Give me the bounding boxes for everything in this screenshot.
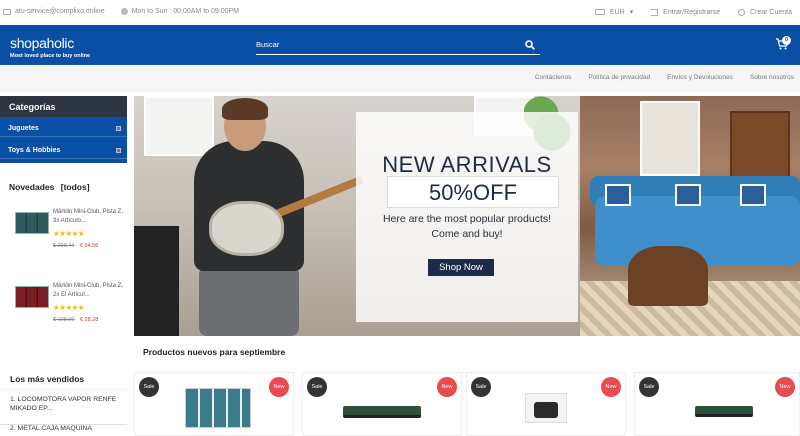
product-price: $ 298.44 € 54.56 xyxy=(53,243,98,249)
new-badge: New xyxy=(437,377,457,397)
new-badge: New xyxy=(775,377,795,397)
product-image[interactable] xyxy=(343,406,421,418)
new-price: € 28.28 xyxy=(79,317,99,323)
rating-stars: ★★★★★ xyxy=(53,229,85,238)
product-card[interactable]: Sale New xyxy=(634,372,800,436)
login-icon xyxy=(651,8,659,16)
sale-badge: Sale xyxy=(307,377,327,397)
nav-link-about[interactable]: Sobre nosotros xyxy=(750,74,794,81)
product-name[interactable]: Märklin Mini-Club, Pista Z, 3x Artículo.… xyxy=(53,208,123,226)
categories-title: Categorías xyxy=(0,96,127,117)
secondary-nav: Contáctenos Política de privacidad Envío… xyxy=(0,65,800,92)
cart-count-badge: 0 xyxy=(782,36,791,45)
category-label: Juguetes xyxy=(8,125,39,132)
categories-list: Juguetes Toys & Hobbies xyxy=(0,117,127,163)
novedades-title: Novedades xyxy=(9,182,55,192)
site-tagline: Most loved place to buy online xyxy=(10,53,91,59)
product-thumbnail[interactable] xyxy=(15,212,49,234)
category-label: Toys & Hobbies xyxy=(8,147,61,154)
new-badge: New xyxy=(269,377,289,397)
pillow xyxy=(605,184,631,206)
sidebar-product[interactable]: Märklin Mini-Club, Pista Z, 2x El Artícu… xyxy=(15,282,125,342)
pillow xyxy=(675,184,701,206)
window xyxy=(144,96,214,156)
chevron-down-icon: ▾ xyxy=(629,9,634,16)
site-header: shopaholic Most loved place to buy onlin… xyxy=(0,25,800,65)
novedades-heading: Novedades [todos] xyxy=(9,182,90,192)
promo-title: NEW ARRIVALS xyxy=(382,152,552,177)
site-logo[interactable]: shopaholic xyxy=(10,35,74,51)
search-placeholder: Buscar xyxy=(256,40,280,49)
product-card[interactable]: Sale New xyxy=(134,372,294,436)
sidebar: Categorías Juguetes Toys & Hobbies Noved… xyxy=(0,96,127,436)
section-title: Productos nuevos para septiembre xyxy=(143,347,286,357)
top-bar: atu-service@complixo.online Mon to Sun :… xyxy=(0,0,800,25)
coffee-table xyxy=(628,246,708,306)
guitar-body xyxy=(209,201,284,256)
rating-stars: ★★★★★ xyxy=(53,303,85,312)
old-price: $ 298.44 xyxy=(53,243,75,249)
shop-now-button[interactable]: Shop Now xyxy=(428,259,494,276)
jeans xyxy=(199,266,299,336)
contact-email[interactable]: atu-service@complixo.online xyxy=(15,8,105,15)
product-thumbnail[interactable] xyxy=(15,286,49,308)
bestsellers-title: Los más vendidos xyxy=(10,374,85,384)
divider xyxy=(0,424,127,425)
expand-icon[interactable] xyxy=(116,126,121,131)
promo-discount: 50%OFF xyxy=(428,180,518,205)
nav-link-shipping[interactable]: Envíos y Devoluciones xyxy=(667,74,733,81)
promo-subtitle: Here are the most popular products! Come… xyxy=(356,212,578,242)
novedades-all-link[interactable]: [todos] xyxy=(61,182,90,192)
sale-badge: Sale xyxy=(639,377,659,397)
amplifier xyxy=(134,226,179,336)
product-image[interactable] xyxy=(525,393,567,423)
nav-link-contact[interactable]: Contáctenos xyxy=(535,74,572,81)
pillow xyxy=(740,184,766,206)
bestseller-item[interactable]: 1. LOCOMOTORA VAPOR RENFE MIKADO EP... xyxy=(10,395,125,413)
search-input[interactable]: Buscar xyxy=(256,37,540,55)
email-icon xyxy=(3,8,11,15)
create-account-link[interactable]: Crear Cuenta xyxy=(750,9,792,16)
product-image[interactable] xyxy=(185,388,251,428)
bestseller-item[interactable]: 2. METAL CAJA MAQUINA xyxy=(10,424,125,433)
nav-link-privacy[interactable]: Política de privacidad xyxy=(588,74,650,81)
product-card[interactable]: Sale New xyxy=(302,372,462,436)
hero-banner[interactable]: NEW ARRIVALS 50%OFF Here are the most po… xyxy=(134,96,800,336)
divider xyxy=(0,389,127,390)
hero-photo-living-room xyxy=(580,96,800,336)
product-image[interactable] xyxy=(695,406,753,417)
locomotive xyxy=(534,402,558,418)
bestsellers-list: 1. LOCOMOTORA VAPOR RENFE MIKADO EP... 2… xyxy=(10,395,125,433)
login-link[interactable]: Entrar/Registrarse xyxy=(663,9,720,16)
currency-selector[interactable]: EUR xyxy=(610,9,625,16)
promo-panel: NEW ARRIVALS 50%OFF Here are the most po… xyxy=(356,112,578,322)
person-hair xyxy=(222,98,268,120)
category-item-juguetes[interactable]: Juguetes xyxy=(0,117,127,137)
category-item-toys-hobbies[interactable]: Toys & Hobbies xyxy=(0,139,127,159)
promo-subtitle-line: Here are the most popular products! xyxy=(382,213,552,225)
user-icon xyxy=(737,8,745,16)
currency-icon xyxy=(594,9,605,15)
product-price: $ 108.00 € 28.28 xyxy=(53,317,98,323)
promo-subtitle-line: Come and buy! xyxy=(431,228,503,240)
search-icon[interactable] xyxy=(525,40,535,50)
product-name[interactable]: Märklin Mini-Club, Pista Z, 2x El Artícu… xyxy=(53,282,123,300)
old-price: $ 108.00 xyxy=(53,317,75,323)
new-price: € 54.56 xyxy=(79,243,99,249)
expand-icon[interactable] xyxy=(116,148,121,153)
window xyxy=(640,101,700,176)
opening-hours: Mon to Sun : 00:00AM to 09:00PM xyxy=(131,8,239,15)
sidebar-product[interactable]: Märklin Mini-Club, Pista Z, 3x Artículo.… xyxy=(15,208,125,268)
sale-badge: Sale xyxy=(139,377,159,397)
bookshelf xyxy=(730,111,790,181)
new-badge: New xyxy=(601,377,621,397)
clock-icon xyxy=(120,8,128,15)
product-card[interactable]: Sale New xyxy=(466,372,626,436)
sale-badge: Sale xyxy=(471,377,491,397)
